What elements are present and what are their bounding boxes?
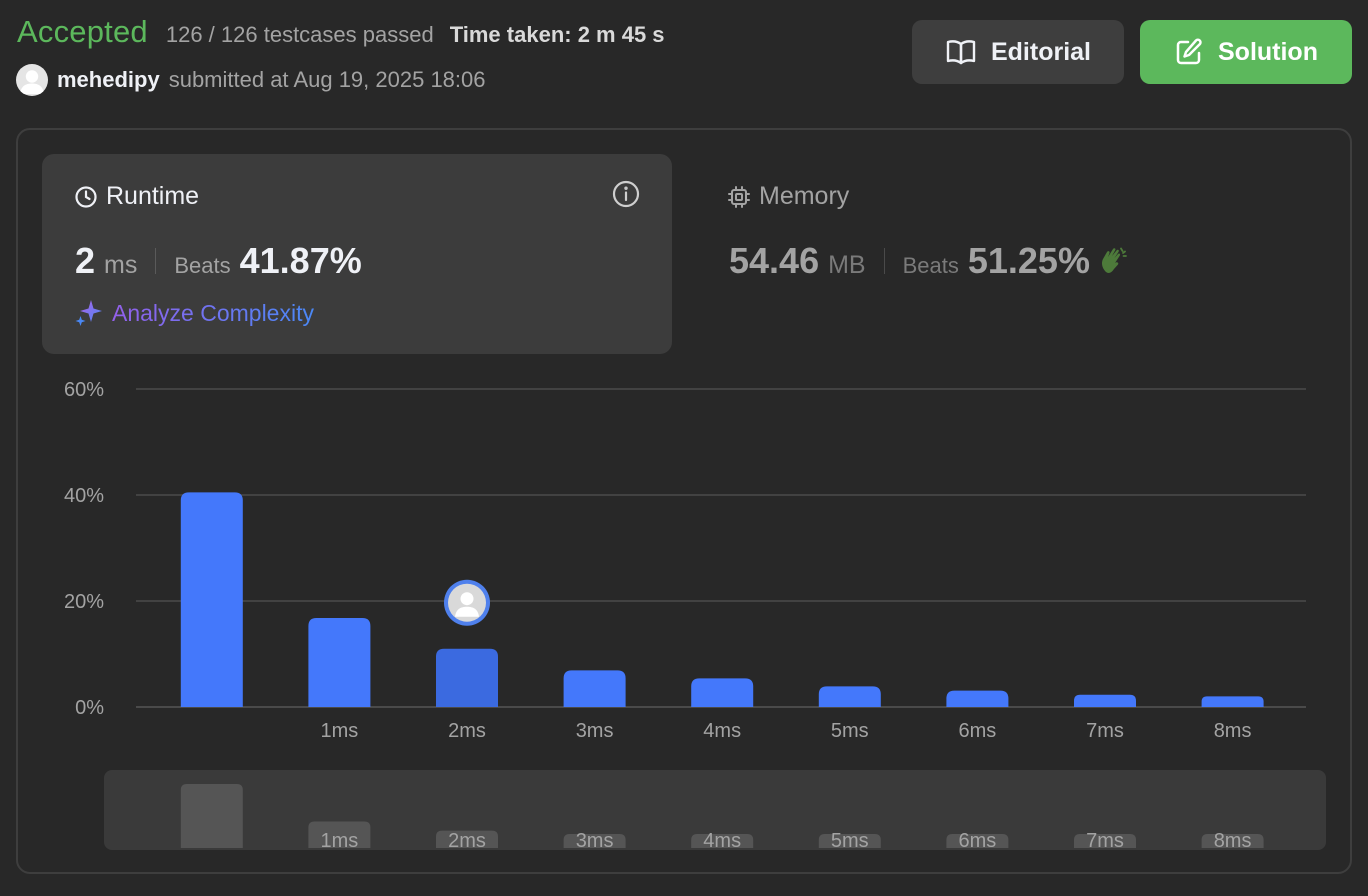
info-icon[interactable] <box>612 180 640 213</box>
range-selector-label: 4ms <box>703 830 741 850</box>
submission-status: Accepted 126 / 126 testcases passed Time… <box>17 14 665 50</box>
runtime-beats-value: 41.87% <box>239 240 362 281</box>
range-selector-label: 1ms <box>321 830 359 850</box>
memory-unit: MB <box>828 251 866 279</box>
range-selector-label: 3ms <box>576 830 614 850</box>
chart-bar[interactable] <box>691 678 754 707</box>
range-selector-chart[interactable]: 1ms 2ms 3ms 4ms 5ms 6ms 7ms 8ms <box>104 770 1326 850</box>
range-selector[interactable]: 1ms 2ms 3ms 4ms 5ms 6ms 7ms 8ms <box>104 770 1326 850</box>
analyze-complexity-link[interactable]: Analyze Complexity <box>74 298 314 328</box>
memory-beats-value: 51.25% <box>967 240 1090 281</box>
divider <box>155 248 157 274</box>
chart-bar[interactable] <box>436 648 498 707</box>
chart-bar[interactable] <box>1201 696 1264 707</box>
username-link[interactable]: mehedipy <box>57 67 160 93</box>
chart-bar[interactable] <box>946 690 1009 707</box>
chart-bar[interactable] <box>818 686 881 707</box>
runtime-card[interactable]: Runtime 2 ms Beats 41.87% Analyze Comple… <box>42 154 672 354</box>
result-label: Accepted <box>17 14 148 49</box>
y-tick-label: 20% <box>64 591 104 613</box>
x-tick-label: 7ms <box>1086 720 1124 742</box>
x-tick-label: 5ms <box>831 720 869 742</box>
memory-value: 54.46 <box>729 240 820 281</box>
clapping-hands-icon <box>1101 247 1127 273</box>
your-submission-marker-icon[interactable] <box>444 579 490 626</box>
testcases-passed: 126 / 126 testcases passed <box>165 22 434 47</box>
memory-title: Memory <box>727 182 849 211</box>
memory-title-text: Memory <box>759 182 850 210</box>
range-selector-label: 5ms <box>831 830 869 850</box>
runtime-distribution-chart[interactable]: 60% 40% 20% 0% 1ms 2ms 3ms 4ms 5ms 6ms 7ms 8ms <box>0 360 1368 760</box>
analyze-complexity-label: Analyze Complexity <box>112 299 314 326</box>
y-tick-label: 60% <box>64 379 104 401</box>
editorial-button[interactable]: Editorial <box>912 20 1124 84</box>
x-tick-label: 3ms <box>576 720 614 742</box>
runtime-title: Runtime <box>74 182 199 211</box>
runtime-beats-label: Beats <box>174 253 231 278</box>
x-tick-label: 6ms <box>959 720 997 742</box>
memory-beats-label: Beats <box>902 253 959 278</box>
clock-icon <box>75 185 97 208</box>
chip-icon <box>728 185 750 208</box>
runtime-metric: 2 ms Beats 41.87% <box>75 240 362 282</box>
runtime-unit: ms <box>104 251 138 279</box>
y-tick-label: 0% <box>75 697 104 719</box>
y-tick-label: 40% <box>64 485 104 507</box>
book-icon <box>946 40 976 65</box>
sparkle-icon <box>75 300 102 326</box>
range-selector-label: 6ms <box>959 830 997 850</box>
runtime-title-text: Runtime <box>106 182 200 210</box>
user-avatar-icon[interactable] <box>16 64 48 96</box>
chart-bar[interactable] <box>180 492 243 707</box>
solution-button[interactable]: Solution <box>1140 20 1352 84</box>
submitter-info: mehedipy submitted at Aug 19, 2025 18:06 <box>16 64 486 96</box>
range-selector-label: 2ms <box>448 830 486 850</box>
chart-bar[interactable] <box>1074 694 1136 707</box>
divider <box>883 248 885 274</box>
editorial-label: Editorial <box>990 37 1091 66</box>
range-selector-label: 7ms <box>1086 830 1124 850</box>
time-taken: Time taken: 2 m 45 s <box>449 22 665 47</box>
x-tick-label: 1ms <box>321 720 359 742</box>
x-tick-label: 4ms <box>703 720 741 742</box>
solution-label: Solution <box>1218 37 1318 66</box>
range-selector-bar <box>180 784 243 848</box>
x-tick-label: 2ms <box>448 720 486 742</box>
range-selector-label: 8ms <box>1214 830 1252 850</box>
chart-bar[interactable] <box>563 670 626 707</box>
runtime-value: 2 <box>75 240 96 281</box>
edit-icon <box>1176 38 1202 65</box>
memory-metric: 54.46 MB Beats 51.25% <box>729 240 1130 282</box>
x-tick-label: 8ms <box>1214 720 1252 742</box>
memory-card[interactable]: Memory 54.46 MB Beats 51.25% <box>700 154 1300 354</box>
chart-bar[interactable] <box>308 617 371 707</box>
submitted-at: submitted at Aug 19, 2025 18:06 <box>168 67 486 92</box>
